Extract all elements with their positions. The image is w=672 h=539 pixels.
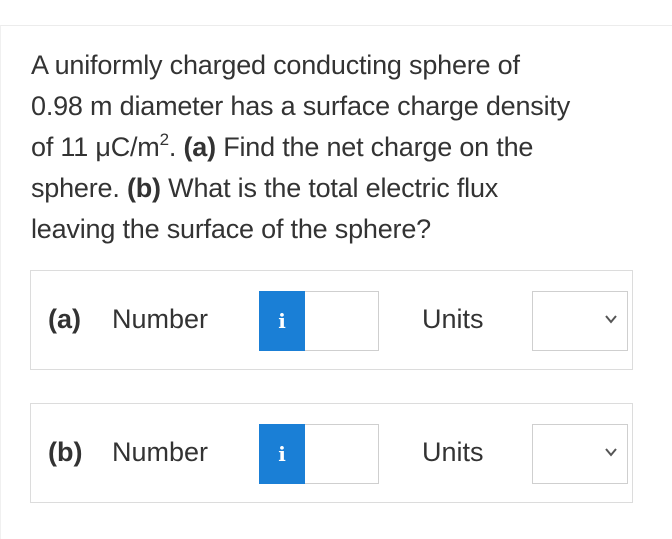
part-label: (a) bbox=[48, 304, 81, 334]
info-icon[interactable]: i bbox=[259, 291, 305, 351]
number-label: Number bbox=[112, 304, 209, 334]
answer-row-b: (b) Number i Units bbox=[30, 403, 633, 503]
chevron-down-icon bbox=[605, 448, 617, 457]
chevron-down-icon bbox=[605, 315, 617, 324]
number-input[interactable] bbox=[305, 424, 379, 484]
exponent: 2 bbox=[159, 130, 169, 149]
question-line: leaving the surface of the sphere? bbox=[31, 214, 431, 244]
units-label: Units bbox=[422, 437, 484, 467]
part-b-tag: (b) bbox=[126, 173, 161, 203]
question-line: of 11 μC/m2. (a) Find the net charge on … bbox=[31, 130, 534, 162]
question-line: sphere. (b) What is the total electric f… bbox=[31, 173, 499, 203]
number-input[interactable] bbox=[305, 291, 379, 351]
part-a-tag: (a) bbox=[183, 132, 216, 162]
units-label: Units bbox=[422, 304, 484, 334]
info-icon[interactable]: i bbox=[259, 424, 305, 484]
question-panel: A uniformly charged conducting sphere of… bbox=[0, 25, 672, 539]
units-select[interactable] bbox=[532, 424, 628, 484]
number-label: Number bbox=[112, 437, 209, 467]
units-select[interactable] bbox=[532, 291, 628, 351]
answer-row-a: (a) Number i Units bbox=[30, 270, 633, 370]
question-line: A uniformly charged conducting sphere of bbox=[31, 50, 520, 80]
part-label: (b) bbox=[48, 437, 83, 467]
question-text: A uniformly charged conducting sphere of… bbox=[31, 45, 631, 250]
question-line: 0.98 m diameter has a surface charge den… bbox=[31, 91, 570, 121]
